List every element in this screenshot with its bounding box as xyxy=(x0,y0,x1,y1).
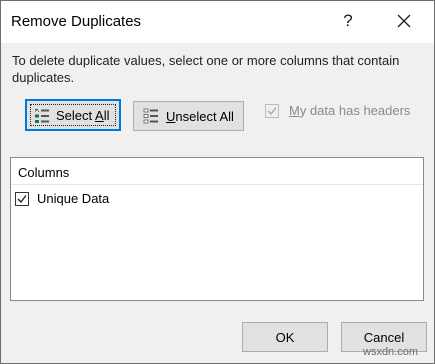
ok-button[interactable]: OK xyxy=(242,322,328,352)
column-label: Unique Data xyxy=(37,191,110,206)
columns-list[interactable]: Columns Unique Data xyxy=(10,157,424,301)
columns-header-label: Columns xyxy=(18,165,70,180)
unselect-all-button[interactable]: Unselect All xyxy=(133,101,244,131)
instructions-text: To delete duplicate values, select one o… xyxy=(12,53,400,85)
cancel-label: Cancel xyxy=(363,330,405,345)
unselect-all-icon xyxy=(143,108,159,127)
columns-header: Columns xyxy=(11,158,423,185)
unselect-all-label: Unselect All xyxy=(166,109,234,124)
help-button[interactable]: ? xyxy=(341,11,355,31)
column-item-unique-data[interactable]: Unique Data xyxy=(13,188,313,210)
select-all-icon xyxy=(34,108,50,127)
headers-checkbox-label: My data has headers xyxy=(289,103,411,118)
close-icon[interactable] xyxy=(395,12,413,30)
title-bar: Remove Duplicates ? xyxy=(1,1,434,43)
select-all-button[interactable]: Select All xyxy=(25,99,121,131)
column-checkbox[interactable] xyxy=(15,192,29,206)
watermark-text: wsxdn.com xyxy=(363,346,419,358)
select-all-label: Select All xyxy=(56,108,110,123)
remove-duplicates-dialog: Remove Duplicates ? To delete duplicate … xyxy=(0,0,435,364)
dialog-title: Remove Duplicates xyxy=(11,13,142,30)
headers-checkbox-box[interactable] xyxy=(265,104,279,118)
ok-label: OK xyxy=(275,330,295,345)
